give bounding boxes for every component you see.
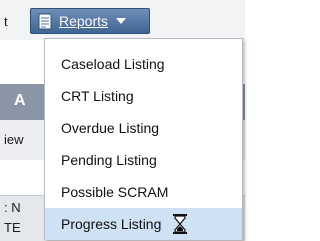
value-fragment-text: TE <box>4 220 21 235</box>
hourglass-icon <box>173 214 188 234</box>
menu-item-label: CRT Listing <box>61 88 134 104</box>
menu-item-label: Progress Listing <box>61 216 162 232</box>
menu-item-caseload-listing[interactable]: Caseload Listing <box>45 48 242 80</box>
reports-menu-button[interactable]: Reports <box>30 8 150 34</box>
menu-item-label: Possible SCRAM <box>61 184 169 200</box>
menu-item-progress-listing[interactable]: Progress Listing <box>45 208 242 240</box>
document-icon <box>37 12 53 30</box>
header-fragment-text: A <box>14 92 26 109</box>
menu-item-possible-scram[interactable]: Possible SCRAM <box>45 176 242 208</box>
tab-fragment-text[interactable]: iew <box>4 132 24 147</box>
toolbar-fragment-text: t <box>4 14 8 29</box>
menu-item-label: Pending Listing <box>61 152 157 168</box>
menu-item-label: Caseload Listing <box>61 56 165 72</box>
reports-dropdown-menu: Caseload Listing CRT Listing Overdue Lis… <box>44 38 243 240</box>
menu-item-crt-listing[interactable]: CRT Listing <box>45 80 242 112</box>
field-fragment-text: : N <box>4 200 21 215</box>
reports-label: Reports <box>59 13 109 29</box>
menu-item-pending-listing[interactable]: Pending Listing <box>45 144 242 176</box>
menu-item-overdue-listing[interactable]: Overdue Listing <box>45 112 242 144</box>
menu-item-label: Overdue Listing <box>61 120 160 136</box>
chevron-down-icon <box>116 17 127 25</box>
